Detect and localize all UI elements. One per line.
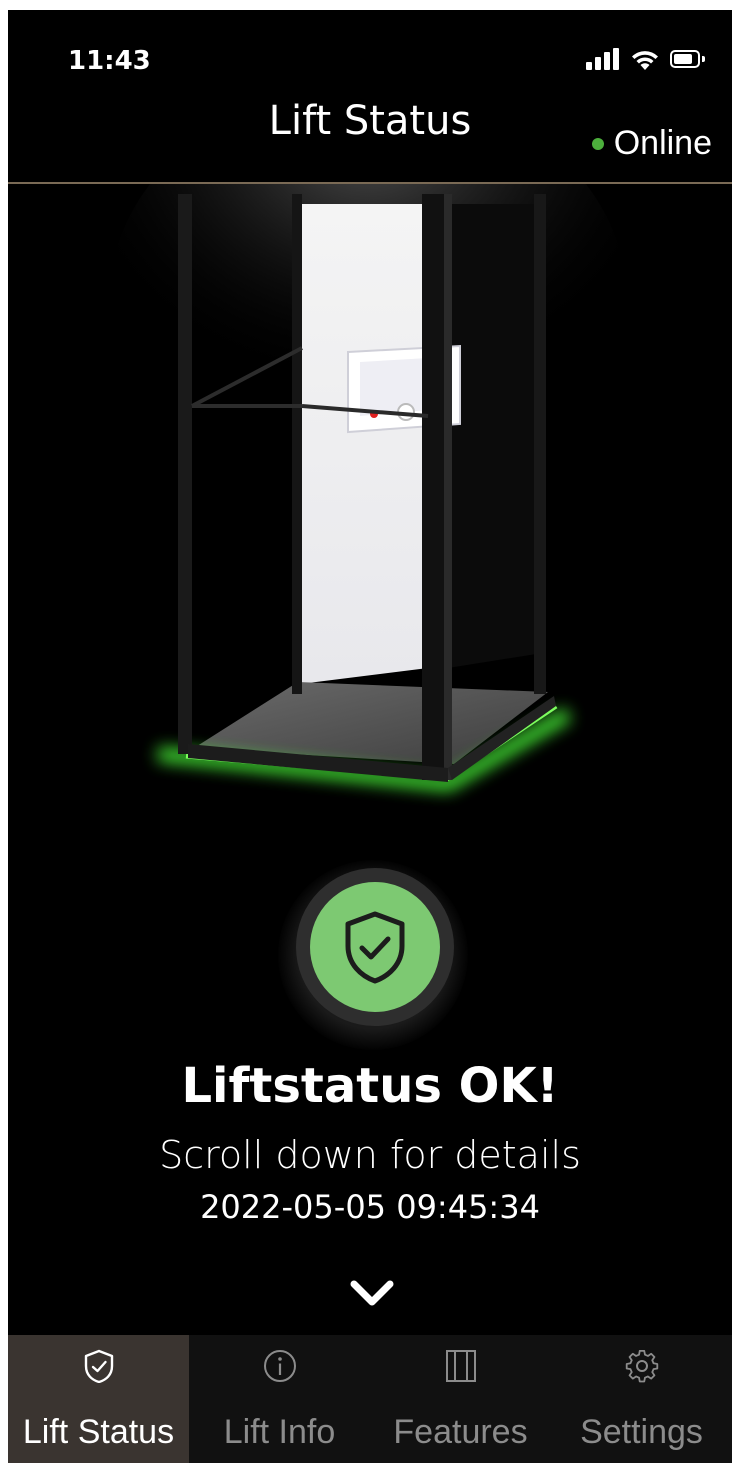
status-title: Liftstatus OK! — [181, 1058, 559, 1114]
cellular-signal-icon — [586, 48, 620, 72]
connection-status: Online — [591, 124, 712, 163]
app-screen: 11:43 Lift Status Online Liftstatus OK! … — [8, 10, 732, 1463]
status-subtitle: Scroll down for details — [159, 1133, 581, 1177]
tab-settings[interactable]: Settings — [551, 1335, 732, 1463]
status-ok-badge — [310, 882, 440, 1012]
status-timestamp: 2022-05-05 09:45:34 — [200, 1188, 540, 1226]
connection-status-label: Online — [613, 124, 712, 162]
tab-label: Lift Status — [22, 1413, 175, 1451]
gear-icon — [625, 1350, 659, 1383]
tab-lift-status[interactable]: Lift Status — [8, 1335, 189, 1463]
bottom-tab-bar: Lift Status Lift Info Features Settings — [8, 1335, 732, 1463]
battery-icon — [670, 50, 706, 70]
tab-label: Features — [393, 1413, 528, 1451]
features-panel-icon — [446, 1350, 476, 1382]
info-icon — [264, 1350, 296, 1382]
wifi-icon — [632, 51, 658, 70]
chevron-down-icon[interactable] — [348, 1278, 396, 1310]
status-bar-icons — [586, 48, 706, 72]
tab-label: Settings — [580, 1413, 703, 1451]
tab-features[interactable]: Features — [370, 1335, 551, 1463]
shield-check-icon — [345, 911, 405, 984]
tab-lift-info[interactable]: Lift Info — [189, 1335, 370, 1463]
tab-label: Lift Info — [223, 1413, 336, 1451]
shield-check-icon — [84, 1349, 114, 1383]
status-bar-time: 11:43 — [68, 46, 151, 76]
platform-lift-illustration — [8, 184, 732, 854]
online-indicator-icon — [591, 137, 604, 150]
